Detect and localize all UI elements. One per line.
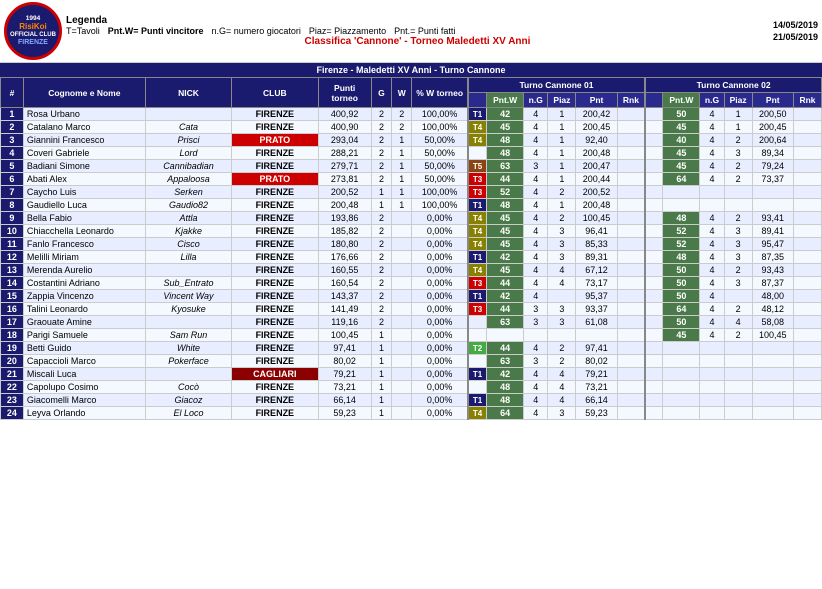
- main-title: Classifica 'Cannone' - Torneo Maledetti …: [66, 36, 769, 47]
- tc2-piaz: Piaz: [724, 93, 752, 108]
- table-row: 12Melilli MiriamLillaFIRENZE176,6620,00%…: [1, 251, 822, 264]
- tc2-pnt: Pnt: [752, 93, 793, 108]
- header-row-1: # Cognome e Nome NICK CLUB Punti torneo …: [1, 78, 822, 93]
- table-row: 10Chiacchella LeonardoKjakkeFIRENZE185,8…: [1, 225, 822, 238]
- col-punti: Punti torneo: [318, 78, 371, 108]
- table-row: 24Leyva OrlandoEl LocoFIRENZE59,2310,00%…: [1, 407, 822, 420]
- table-row: 13Merenda AurelioFIRENZE160,5520,00%T445…: [1, 264, 822, 277]
- main-table: # Cognome e Nome NICK CLUB Punti torneo …: [0, 77, 822, 420]
- table-row: 20Capaccioli MarcoPokerfaceFIRENZE80,021…: [1, 355, 822, 368]
- table-row: 19Betti GuidoWhiteFIRENZE97,4110,00%T244…: [1, 342, 822, 355]
- table-row: 22Capolupo CosimoCocòFIRENZE73,2110,00%4…: [1, 381, 822, 394]
- table-row: 3Giannini FrancescoPrisciPRATO293,042150…: [1, 134, 822, 147]
- top-bar: 1994 RisiKoi OFFICIAL CLUB FIRENZE Legen…: [0, 0, 822, 63]
- col-w: W: [392, 78, 412, 108]
- tc1-ng: n.G: [524, 93, 548, 108]
- legend-block: Legenda T=Tavoli Pnt.W= Punti vincitore …: [66, 15, 769, 47]
- legend-pnt: Pnt.= Punti fatti: [394, 26, 455, 36]
- col-cognome: Cognome e Nome: [23, 78, 145, 108]
- col-club: CLUB: [232, 78, 318, 108]
- date-end: 21/05/2019: [773, 32, 818, 42]
- table-row: 23Giacomelli MarcoGiacozFIRENZE66,1410,0…: [1, 394, 822, 407]
- legend-piaz: Piaz= Piazzamento: [309, 26, 386, 36]
- tc1-pntw: Pnt.W: [487, 93, 524, 108]
- col-ptorneo: % W torneo: [412, 78, 468, 108]
- legend-ng: n.G= numero giocatori: [212, 26, 301, 36]
- date-start: 14/05/2019: [773, 20, 818, 30]
- tc1-rnk: Rnk: [617, 93, 645, 108]
- table-row: 21Miscali LucaCAGLIARI79,2110,00%T142447…: [1, 368, 822, 381]
- tc1-pnt: Pnt: [576, 93, 617, 108]
- table-row: 5Badiani SimoneCannibadianFIRENZE279,712…: [1, 160, 822, 173]
- tc2-pntw: Pnt.W: [663, 93, 700, 108]
- col-turno1: Turno Cannone 01: [468, 78, 645, 93]
- tc1-piaz: Piaz: [548, 93, 576, 108]
- table-row: 7Caycho LuisSerkenFIRENZE200,5211100,00%…: [1, 186, 822, 199]
- table-row: 18Parigi SamueleSam RunFIRENZE100,4510,0…: [1, 329, 822, 342]
- tc2-rnk: Rnk: [793, 93, 821, 108]
- tc2-tag: [645, 93, 663, 108]
- table-row: 9Bella FabioAttlaFIRENZE193,8620,00%T445…: [1, 212, 822, 225]
- col-g: G: [371, 78, 391, 108]
- dates-block: 14/05/2019 21/05/2019: [773, 20, 818, 42]
- table-row: 1Rosa UrbanoFIRENZE400,9222100,00%T14241…: [1, 108, 822, 121]
- legend-items: T=Tavoli Pnt.W= Punti vincitore n.G= num…: [66, 26, 769, 36]
- table-row: 16Talini LeonardoKyosukeFIRENZE141,4920,…: [1, 303, 822, 316]
- tc1-tag: [468, 93, 487, 108]
- tc2-ng: n.G: [700, 93, 724, 108]
- legend-title: Legenda: [66, 15, 769, 26]
- table-row: 14Costantini AdrianoSub_EntratoFIRENZE16…: [1, 277, 822, 290]
- legend-t: T=Tavoli: [66, 26, 100, 36]
- table-row: 8Gaudiello LucaGaudio82FIRENZE200,481110…: [1, 199, 822, 212]
- col-pos: #: [1, 78, 24, 108]
- col-nick: NICK: [145, 78, 231, 108]
- legend-pntw: Pnt.W= Punti vincitore: [108, 26, 204, 36]
- table-row: 17Graouate AmineFIRENZE119,1620,00%63336…: [1, 316, 822, 329]
- col-turno2: Turno Cannone 02: [645, 78, 821, 93]
- table-row: 11Fanlo FrancescoCiscoFIRENZE180,8020,00…: [1, 238, 822, 251]
- logo: 1994 RisiKoi OFFICIAL CLUB FIRENZE: [4, 2, 62, 60]
- table-row: 6Abati AlexAppaloosaPRATO273,812150,00%T…: [1, 173, 822, 186]
- table-row: 4Coveri GabrieleLordFIRENZE288,212150,00…: [1, 147, 822, 160]
- sub-header: Firenze - Maledetti XV Anni - Turno Cann…: [0, 63, 822, 77]
- table-row: 15Zappia VincenzoVincent WayFIRENZE143,3…: [1, 290, 822, 303]
- table-row: 2Catalano MarcoCataFIRENZE400,9022100,00…: [1, 121, 822, 134]
